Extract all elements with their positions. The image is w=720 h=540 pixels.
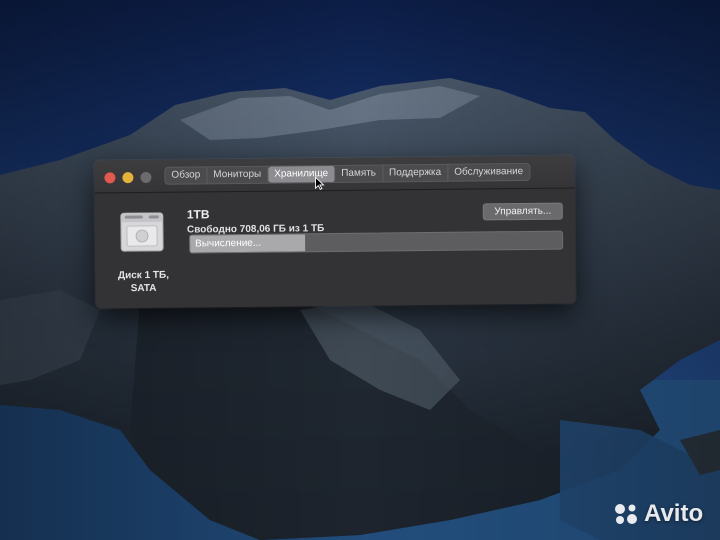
manage-button[interactable]: Управлять...	[482, 202, 563, 221]
about-this-mac-window[interactable]: Обзор Мониторы Хранилище Память Поддержк…	[94, 155, 576, 309]
tab-overview[interactable]: Обзор	[165, 167, 208, 184]
zoom-button[interactable]	[140, 171, 152, 184]
tab-service[interactable]: Обслуживание	[448, 164, 529, 181]
mouse-pointer-icon	[314, 176, 325, 190]
titlebar[interactable]: Обзор Мониторы Хранилище Память Поддержк…	[94, 155, 575, 194]
tab-memory[interactable]: Память	[335, 165, 384, 182]
watermark-text: Avito	[644, 500, 704, 527]
close-button[interactable]	[104, 172, 116, 184]
tab-support[interactable]: Поддержка	[382, 164, 449, 182]
minimize-button[interactable]	[122, 172, 134, 184]
tab-storage[interactable]: Хранилище	[268, 165, 336, 183]
tab-displays[interactable]: Мониторы	[207, 166, 269, 184]
volume-name: 1TB	[186, 207, 210, 222]
watermark-logo: Avito	[612, 500, 703, 528]
disk-label: Диск 1 ТБ, SATA	[117, 269, 170, 295]
desktop: Обзор Мониторы Хранилище Память Поддержк…	[0, 0, 720, 540]
avito-dots-icon	[615, 504, 637, 524]
tab-bar: Обзор Мониторы Хранилище Память Поддержк…	[164, 162, 531, 185]
storage-panel: Диск 1 ТБ, SATA 1TB Свободно 708,06 ГБ и…	[95, 188, 576, 308]
progress-status-text: Вычисление...	[195, 237, 262, 250]
storage-progress-bar: Вычисление...	[189, 230, 564, 254]
hard-drive-icon	[120, 212, 164, 252]
